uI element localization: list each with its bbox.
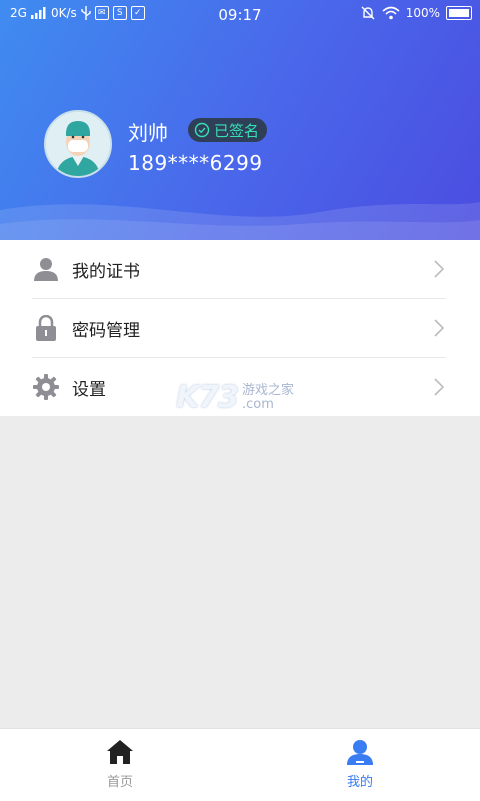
- tab-mine-label: 我的: [346, 775, 373, 790]
- menu-item-certificates[interactable]: 我的证书: [32, 240, 446, 298]
- chevron-right-icon: [434, 378, 444, 396]
- tab-home-label: 首页: [106, 775, 133, 790]
- signed-status-badge: 已签名: [188, 118, 268, 142]
- user-phone: 189****6299: [128, 151, 263, 175]
- status-bar: 2G 0K/s ✉ S ✓ 09:17 100%: [0, 0, 480, 30]
- doctor-avatar-icon: [46, 112, 110, 176]
- user-name: 刘帅: [128, 121, 168, 145]
- chevron-right-icon: [434, 319, 444, 337]
- user-icon: [32, 255, 60, 283]
- watermark: K73 游戏之家 .com: [176, 380, 294, 415]
- home-icon: [107, 740, 133, 764]
- menu-item-label: 设置: [72, 379, 106, 400]
- watermark-cn-text: 游戏之家: [242, 382, 295, 398]
- gear-icon: [32, 373, 60, 401]
- tab-home[interactable]: 首页: [90, 739, 150, 790]
- battery-icon: [446, 6, 472, 20]
- watermark-com-text: .com: [242, 396, 274, 412]
- profile-header: 2G 0K/s ✉ S ✓ 09:17 100% 刘帅 已签名 189****6…: [0, 0, 480, 240]
- check-circle-icon: [194, 122, 210, 138]
- alarm-off-icon: [361, 6, 375, 20]
- bottom-tab-bar: 首页 我的: [0, 728, 480, 801]
- menu-item-label: 我的证书: [72, 261, 140, 282]
- chevron-right-icon: [434, 260, 444, 278]
- signed-badge-label: 已签名: [214, 121, 260, 140]
- tab-mine[interactable]: 我的: [330, 739, 390, 790]
- lock-icon: [32, 314, 60, 342]
- avatar[interactable]: [44, 110, 112, 178]
- battery-percent: 100%: [405, 6, 440, 20]
- header-wave-decoration: [0, 202, 480, 240]
- profile-icon: [347, 740, 373, 765]
- menu-item-label: 密码管理: [72, 320, 140, 341]
- watermark-logo: K73: [176, 380, 239, 415]
- wifi-icon: [382, 6, 400, 20]
- menu-item-password[interactable]: 密码管理: [32, 299, 446, 357]
